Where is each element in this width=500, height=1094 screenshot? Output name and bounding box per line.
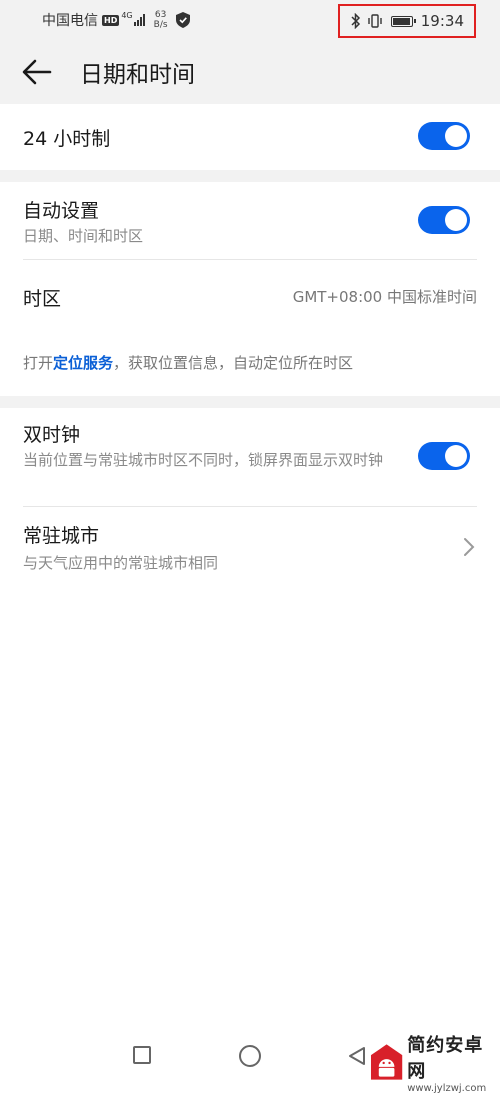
hd-icon: HD bbox=[102, 14, 120, 26]
status-bar-right-highlight: 19:34 bbox=[338, 4, 476, 38]
recent-apps-button[interactable] bbox=[133, 1046, 151, 1064]
network-speed: 63 B/s bbox=[154, 10, 168, 30]
timezone-row[interactable]: 时区 GMT+08:00 中国标准时间 bbox=[0, 260, 500, 330]
home-city-label: 常驻城市 bbox=[23, 525, 100, 547]
page-title: 日期和时间 bbox=[80, 62, 195, 88]
battery-icon bbox=[390, 15, 416, 27]
speed-unit: B/s bbox=[153, 20, 168, 30]
speed-value: 63 bbox=[154, 10, 167, 20]
status-bar: 中国电信 HD 4G 63 B/s 19:34 bbox=[0, 0, 500, 40]
location-hint-prefix: 打开 bbox=[23, 354, 54, 372]
app-header: 日期和时间 bbox=[0, 40, 500, 104]
status-bar-left: 中国电信 HD 4G 63 B/s bbox=[42, 9, 190, 31]
watermark-url: www.jylzwj.com bbox=[407, 1082, 487, 1094]
clock-time: 19:34 bbox=[420, 12, 464, 30]
clock-section: 双时钟 当前位置与常驻城市时区不同时，锁屏界面显示双时钟 常驻城市 与天气应用中… bbox=[0, 408, 500, 588]
timezone-label: 时区 bbox=[23, 288, 62, 310]
location-hint-suffix: ，获取位置信息，自动定位所在时区 bbox=[113, 354, 354, 372]
signal-icon bbox=[133, 14, 146, 26]
bluetooth-icon bbox=[351, 13, 360, 29]
auto-set-label: 自动设置 bbox=[23, 200, 100, 222]
location-service-link[interactable]: 定位服务 bbox=[53, 354, 113, 372]
location-hint: 打开定位服务，获取位置信息，自动定位所在时区 bbox=[23, 352, 353, 373]
home-city-sub: 与天气应用中的常驻城市相同 bbox=[23, 554, 219, 572]
auto-set-toggle[interactable] bbox=[418, 206, 470, 234]
carrier-name: 中国电信 bbox=[42, 13, 98, 29]
android-logo-icon bbox=[370, 1044, 403, 1080]
hour24-toggle[interactable] bbox=[418, 122, 470, 150]
shield-icon bbox=[175, 12, 190, 28]
network-type: 4G bbox=[121, 11, 133, 20]
dual-clock-sub: 当前位置与常驻城市时区不同时，锁屏界面显示双时钟 bbox=[23, 451, 384, 469]
home-button[interactable] bbox=[239, 1045, 261, 1067]
hour24-row[interactable]: 24 小时制 bbox=[0, 104, 500, 170]
chevron-right-icon bbox=[464, 538, 475, 556]
back-triangle-icon[interactable] bbox=[346, 1045, 368, 1067]
dual-clock-row[interactable]: 双时钟 当前位置与常驻城市时区不同时，锁屏界面显示双时钟 bbox=[0, 408, 500, 506]
section-separator bbox=[0, 170, 500, 182]
section-separator bbox=[0, 396, 500, 408]
site-watermark: 简约安卓网 www.jylzwj.com bbox=[370, 1035, 500, 1094]
dual-clock-toggle[interactable] bbox=[418, 442, 470, 470]
dual-clock-label: 双时钟 bbox=[23, 424, 81, 446]
home-city-row[interactable]: 常驻城市 与天气应用中的常驻城市相同 bbox=[0, 507, 500, 585]
back-arrow-icon[interactable] bbox=[22, 58, 52, 86]
vibrate-icon bbox=[368, 14, 382, 28]
watermark-title: 简约安卓网 bbox=[407, 1034, 484, 1082]
auto-set-sub: 日期、时间和时区 bbox=[23, 227, 144, 245]
hour24-label: 24 小时制 bbox=[23, 128, 111, 150]
timezone-value: GMT+08:00 中国标准时间 bbox=[292, 288, 477, 306]
